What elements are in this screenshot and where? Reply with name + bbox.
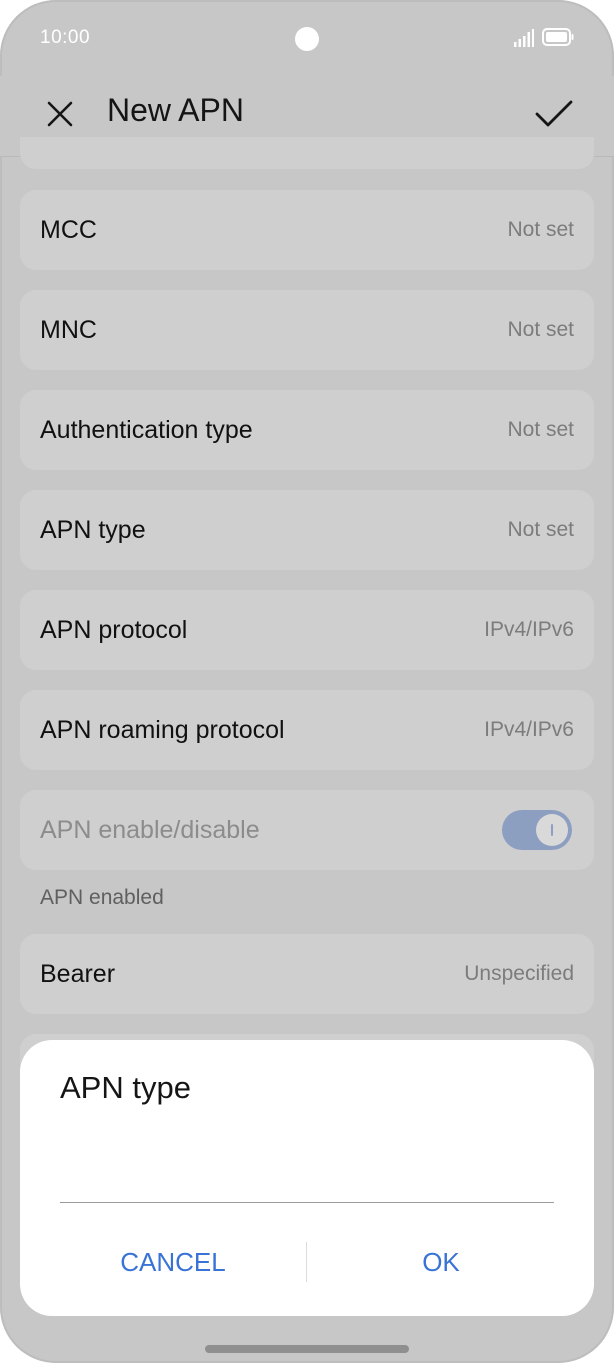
status-time: 10:00 [40, 27, 91, 48]
setting-label: MCC [40, 216, 97, 244]
status-bar: 10:00 [0, 0, 614, 76]
close-button[interactable] [40, 94, 80, 134]
setting-label: APN protocol [40, 616, 188, 644]
setting-label: APN roaming protocol [40, 716, 285, 744]
ok-button[interactable]: OK [328, 1236, 554, 1288]
setting-row-authentication-type[interactable]: Authentication type Not set [20, 390, 594, 470]
setting-row-apn-enable: APN enable/disable [20, 790, 594, 870]
battery-icon [542, 28, 574, 46]
home-indicator[interactable] [205, 1345, 409, 1353]
page-title: New APN [107, 92, 244, 128]
setting-row-apn-protocol[interactable]: APN protocol IPv4/IPv6 [20, 590, 594, 670]
setting-row-apn-type[interactable]: APN type Not set [20, 490, 594, 570]
setting-row-bearer[interactable]: Bearer Unspecified [20, 934, 594, 1014]
apn-enabled-caption: APN enabled [40, 886, 164, 909]
setting-value: Unspecified [464, 962, 574, 985]
toggle-knob [536, 814, 568, 846]
signal-icon [514, 29, 534, 47]
close-icon [47, 101, 73, 127]
setting-value: Not set [507, 218, 574, 241]
cancel-button[interactable]: CANCEL [60, 1236, 286, 1288]
setting-value: Not set [507, 318, 574, 341]
save-button[interactable] [530, 92, 578, 136]
button-divider [306, 1242, 307, 1282]
camera-cutout [295, 27, 319, 51]
setting-label: APN type [40, 516, 146, 544]
apn-type-dialog: APN type CANCEL OK [20, 1040, 594, 1316]
setting-label: Bearer [40, 960, 116, 988]
setting-row-mcc[interactable]: MCC Not set [20, 190, 594, 270]
setting-label: Authentication type [40, 416, 253, 444]
phone-screen: 10:00 New APN MCC Not set MNC Not set Au… [0, 0, 614, 1363]
apn-enable-toggle[interactable] [502, 810, 572, 850]
setting-row-mnc[interactable]: MNC Not set [20, 290, 594, 370]
previous-setting-row[interactable] [20, 137, 594, 169]
setting-label: MNC [40, 316, 97, 344]
apn-type-input[interactable] [60, 1158, 554, 1203]
setting-value: IPv4/IPv6 [484, 618, 574, 641]
setting-value: Not set [507, 418, 574, 441]
setting-row-apn-roaming-protocol[interactable]: APN roaming protocol IPv4/IPv6 [20, 690, 594, 770]
dialog-title: APN type [60, 1070, 191, 1105]
check-icon [535, 100, 573, 127]
setting-value: Not set [507, 518, 574, 541]
setting-value: IPv4/IPv6 [484, 718, 574, 741]
setting-label: APN enable/disable [40, 816, 260, 844]
